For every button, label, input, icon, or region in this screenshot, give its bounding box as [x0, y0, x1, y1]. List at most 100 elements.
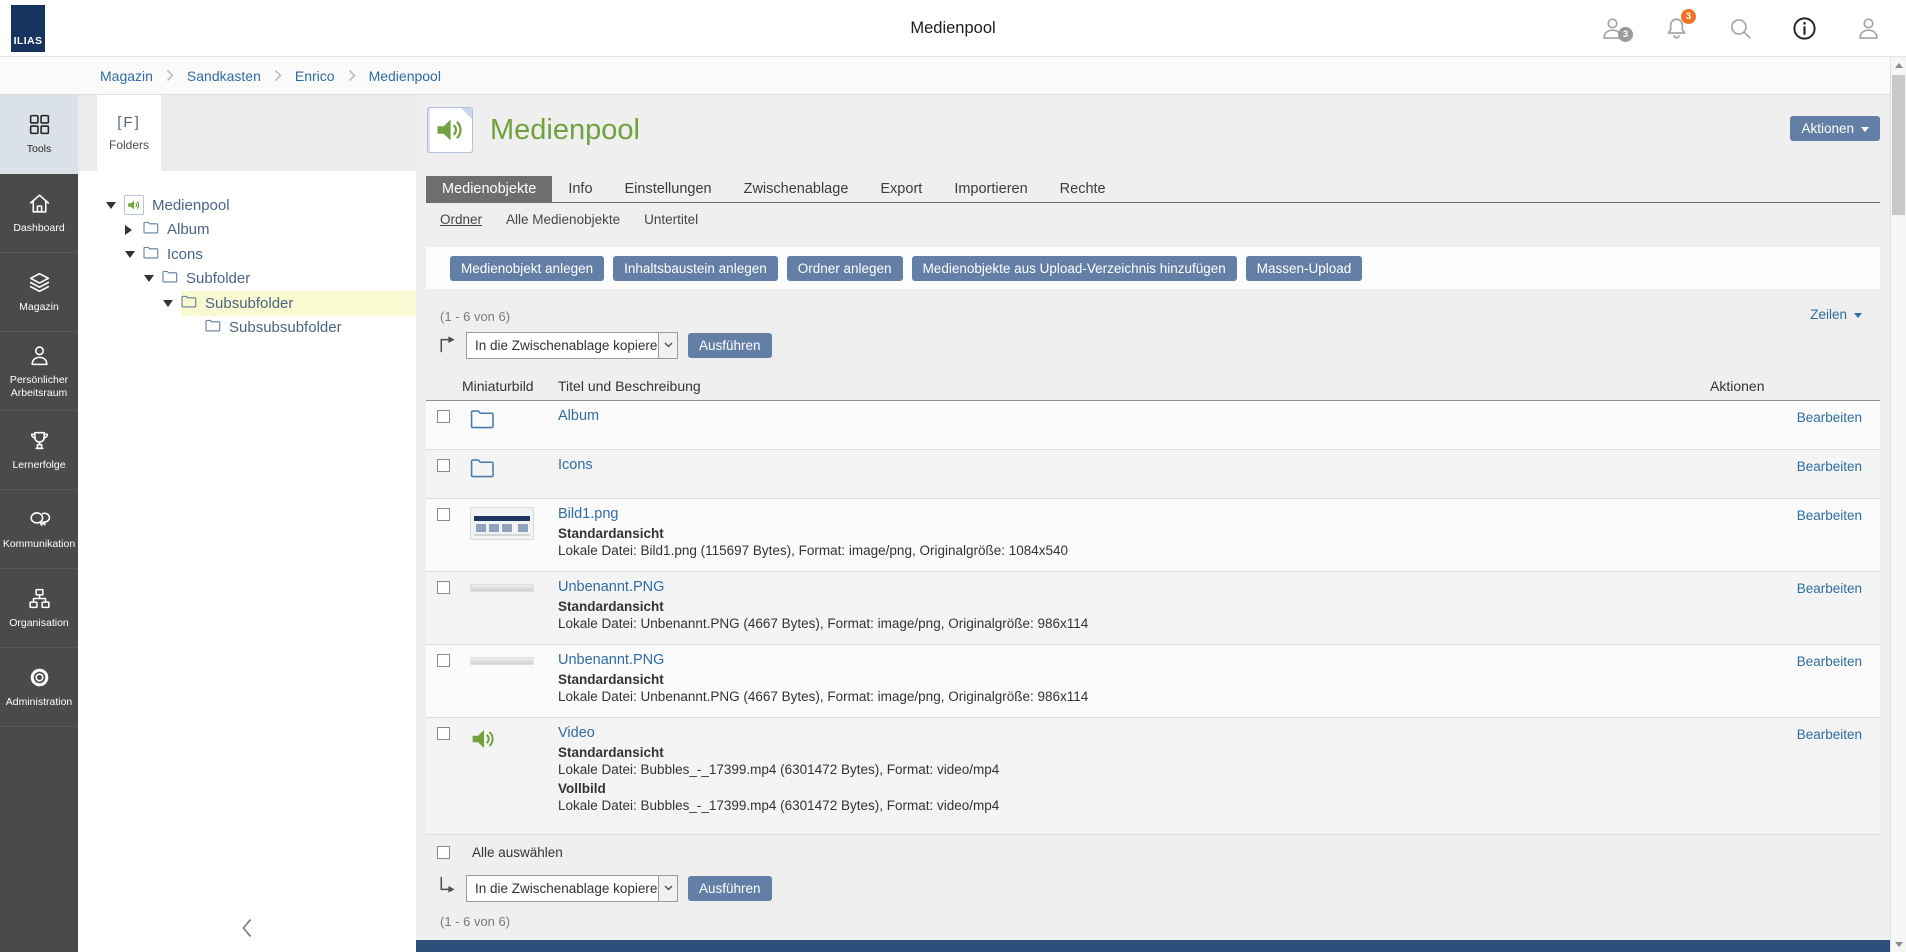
tree-node-label[interactable]: Icons — [167, 246, 203, 263]
edit-link[interactable]: Bearbeiten — [1797, 581, 1862, 596]
edit-link[interactable]: Bearbeiten — [1797, 459, 1862, 474]
sidebar-item-administration[interactable]: Administration — [0, 648, 78, 727]
media-title-link[interactable]: Unbenannt.PNG — [558, 579, 664, 595]
breadcrumb-item-magazin[interactable]: Magazin — [100, 68, 153, 84]
row-checkbox[interactable] — [437, 508, 450, 521]
tab-einstellungen[interactable]: Einstellungen — [609, 176, 728, 202]
bulk-upload-button[interactable]: Massen-Upload — [1246, 256, 1363, 281]
row-checkbox[interactable] — [437, 654, 450, 667]
select-all-label: Alle auswählen — [472, 845, 563, 860]
layers-icon — [27, 270, 52, 295]
expander-closed-icon[interactable] — [125, 225, 136, 235]
add-from-upload-directory-button[interactable]: Medienobjekte aus Upload-Verzeichnis hin… — [912, 256, 1237, 281]
scroll-up-button[interactable] — [1891, 57, 1906, 73]
edit-link[interactable]: Bearbeiten — [1797, 654, 1862, 669]
expander-open-icon[interactable] — [125, 251, 136, 258]
contacts-badge: 3 — [1618, 27, 1633, 42]
home-icon — [27, 191, 52, 216]
edit-link[interactable]: Bearbeiten — [1797, 727, 1862, 742]
folder-icon — [470, 466, 495, 481]
tab-export[interactable]: Export — [864, 176, 938, 202]
create-folder-button[interactable]: Ordner anlegen — [787, 256, 903, 281]
sidebar-item-persoenlicher-arbeitsraum[interactable]: Persönlicher Arbeitsraum — [0, 332, 78, 411]
row-checkbox[interactable] — [437, 410, 450, 423]
subtab-bar: Ordner Alle Medienobjekte Untertitel — [440, 212, 698, 227]
tree-node-label[interactable]: Subsubsubfolder — [229, 319, 342, 336]
search-icon[interactable] — [1726, 11, 1754, 45]
bulk-action-select[interactable]: In die Zwischenablage kopieren — [466, 875, 678, 902]
help-info-icon[interactable] — [1790, 11, 1818, 45]
ilias-logo[interactable]: ILIAS — [11, 5, 45, 52]
tree-node-label[interactable]: Medienpool — [152, 197, 230, 214]
result-range-bottom: (1 - 6 von 6) — [426, 914, 1880, 929]
object-header: Medienpool — [427, 107, 640, 153]
media-title-link[interactable]: Unbenannt.PNG — [558, 652, 664, 668]
create-media-object-button[interactable]: Medienobjekt anlegen — [450, 256, 604, 281]
edit-link[interactable]: Bearbeiten — [1797, 508, 1862, 523]
tree-node-subfolder[interactable]: Subfolder — [78, 267, 416, 292]
media-title-link[interactable]: Video — [558, 725, 595, 741]
tree-node-subsubfolder[interactable]: Subsubfolder — [78, 291, 416, 316]
rows-dropdown-link[interactable]: Zeilen — [1810, 307, 1862, 322]
row-checkbox[interactable] — [437, 727, 450, 740]
execute-button[interactable]: Ausführen — [688, 876, 772, 901]
select-all-checkbox[interactable] — [437, 846, 450, 859]
column-header-thumbnail: Miniaturbild — [462, 378, 558, 394]
subtab-ordner[interactable]: Ordner — [440, 212, 482, 227]
tab-importieren[interactable]: Importieren — [938, 176, 1043, 202]
create-content-snippet-button[interactable]: Inhaltsbaustein anlegen — [613, 256, 778, 281]
tree-node-album[interactable]: Album — [78, 218, 416, 243]
tree-panel-tabs: [F] Folders — [78, 95, 416, 171]
vertical-scrollbar[interactable] — [1890, 57, 1906, 952]
tab-folders[interactable]: [F] Folders — [97, 95, 161, 171]
trophy-icon — [27, 428, 52, 453]
breadcrumb-item-medienpool[interactable]: Medienpool — [369, 68, 441, 84]
mediapool-speaker-icon — [124, 195, 144, 215]
sidebar-item-kommunikation[interactable]: Kommunikation — [0, 490, 78, 569]
tab-zwischenablage[interactable]: Zwischenablage — [728, 176, 865, 202]
sidebar-label: Tools — [27, 143, 52, 156]
scroll-down-button[interactable] — [1891, 936, 1906, 952]
sidebar-item-magazin[interactable]: Magazin — [0, 253, 78, 332]
column-header-actions: Aktionen — [1710, 378, 1880, 394]
breadcrumb-item-sandkasten[interactable]: Sandkasten — [187, 68, 261, 84]
folder-icon — [143, 246, 159, 263]
sidebar-item-lernerfolge[interactable]: Lernerfolge — [0, 411, 78, 490]
notifications-bell-icon[interactable]: 3 — [1662, 11, 1690, 45]
tree-node-subsubsubfolder[interactable]: Subsubsubfolder — [78, 316, 416, 341]
breadcrumb-item-enrico[interactable]: Enrico — [295, 68, 335, 84]
sidebar-item-tools[interactable]: Tools — [0, 95, 78, 174]
expander-open-icon[interactable] — [163, 300, 174, 307]
tree-node-icons[interactable]: Icons — [78, 242, 416, 267]
media-title-link[interactable]: Album — [558, 408, 599, 424]
sidebar-item-organisation[interactable]: Organisation — [0, 569, 78, 648]
row-checkbox[interactable] — [437, 459, 450, 472]
media-title-link[interactable]: Icons — [558, 457, 593, 473]
table-row: Album Bearbeiten — [426, 401, 1880, 450]
bulk-action-select[interactable]: In die Zwischenablage kopieren — [466, 332, 678, 359]
media-title-link[interactable]: Bild1.png — [558, 506, 618, 522]
tree-node-label[interactable]: Subfolder — [186, 270, 250, 287]
expander-open-icon[interactable] — [144, 275, 155, 282]
tree-node-medienpool[interactable]: Medienpool — [78, 193, 416, 218]
subtab-untertitel[interactable]: Untertitel — [644, 212, 698, 227]
table-row: Unbenannt.PNG Standardansicht Lokale Dat… — [426, 572, 1880, 645]
contacts-icon[interactable]: 3 — [1598, 11, 1626, 45]
scrollbar-thumb[interactable] — [1892, 75, 1905, 215]
actions-dropdown-button[interactable]: Aktionen — [1790, 116, 1880, 141]
subtab-alle-medienobjekte[interactable]: Alle Medienobjekte — [506, 212, 620, 227]
collapse-panel-button[interactable] — [240, 917, 254, 944]
folder-icon — [181, 295, 197, 312]
row-checkbox[interactable] — [437, 581, 450, 594]
edit-link[interactable]: Bearbeiten — [1797, 410, 1862, 425]
action-toolbar: Medienobjekt anlegen Inhaltsbaustein anl… — [426, 247, 1880, 289]
tab-rechte[interactable]: Rechte — [1044, 176, 1122, 202]
tab-info[interactable]: Info — [552, 176, 608, 202]
execute-button[interactable]: Ausführen — [688, 333, 772, 358]
tab-medienobjekte[interactable]: Medienobjekte — [426, 176, 552, 202]
user-icon[interactable] — [1854, 11, 1882, 45]
sidebar-item-dashboard[interactable]: Dashboard — [0, 174, 78, 253]
tree-node-label[interactable]: Subsubfolder — [205, 295, 293, 312]
expander-open-icon[interactable] — [106, 202, 117, 209]
tree-node-label[interactable]: Album — [167, 221, 210, 238]
